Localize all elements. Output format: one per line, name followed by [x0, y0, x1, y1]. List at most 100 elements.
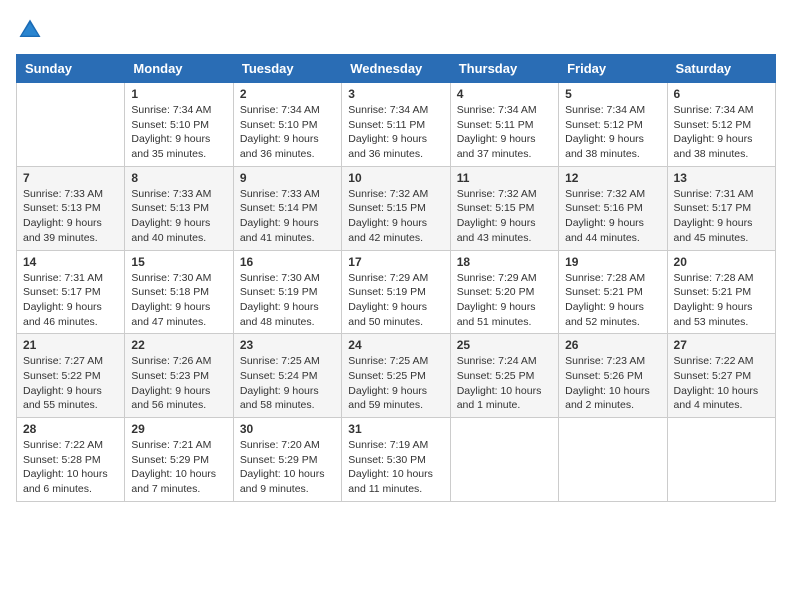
calendar-cell: 25 Sunrise: 7:24 AMSunset: 5:25 PMDayligh…: [450, 334, 558, 418]
calendar-cell: 5Sunrise: 7:34 AMSunset: 5:12 PMDaylight…: [559, 83, 667, 167]
calendar-cell: 12Sunrise: 7:32 AMSunset: 5:16 PMDayligh…: [559, 166, 667, 250]
week-row-3: 14 Sunrise: 7:31 AMSunset: 5:17 PMDayligh…: [17, 250, 776, 334]
day-number: 7: [23, 171, 118, 185]
day-number: 19: [565, 255, 660, 269]
calendar-cell: 30Sunrise: 7:20 AMSunset: 5:29 PMDayligh…: [233, 418, 341, 502]
calendar-cell: 11Sunrise: 7:32 AMSunset: 5:15 PMDayligh…: [450, 166, 558, 250]
day-number: 28: [23, 422, 118, 436]
day-info: Sunrise: 7:34 AMSunset: 5:10 PMDaylight:…: [240, 103, 335, 162]
day-info: Sunrise: 7:34 AMSunset: 5:12 PMDaylight:…: [674, 103, 769, 162]
day-info: Sunrise: 7:33 AMSunset: 5:13 PMDaylight:…: [131, 187, 226, 246]
day-info: Sunrise: 7:33 AMSunset: 5:13 PMDaylight:…: [23, 187, 118, 246]
calendar-cell: 21Sunrise: 7:27 AMSunset: 5:22 PMDayligh…: [17, 334, 125, 418]
calendar-cell: 24 Sunrise: 7:25 AMSunset: 5:25 PMDayligh…: [342, 334, 450, 418]
calendar-cell: 20 Sunrise: 7:28 AMSunset: 5:21 PMDayligh…: [667, 250, 775, 334]
day-info: Sunrise: 7:29 AMSunset: 5:20 PMDaylight:…: [457, 271, 552, 330]
calendar-cell: 9Sunrise: 7:33 AMSunset: 5:14 PMDaylight…: [233, 166, 341, 250]
day-header-wednesday: Wednesday: [342, 55, 450, 83]
day-header-saturday: Saturday: [667, 55, 775, 83]
day-number: 29: [131, 422, 226, 436]
day-info: Sunrise: 7:31 AMSunset: 5:17 PMDaylight:…: [674, 187, 769, 246]
day-number: 16: [240, 255, 335, 269]
day-info: Sunrise: 7:34 AMSunset: 5:10 PMDaylight:…: [131, 103, 226, 162]
week-row-1: 1 Sunrise: 7:34 AMSunset: 5:10 PMDaylight…: [17, 83, 776, 167]
day-number: 4: [457, 87, 552, 101]
day-number: 14: [23, 255, 118, 269]
day-number: 24: [348, 338, 443, 352]
logo-icon: [16, 16, 44, 44]
calendar-cell: 8 Sunrise: 7:33 AMSunset: 5:13 PMDaylight…: [125, 166, 233, 250]
day-info: Sunrise: 7:21 AMSunset: 5:29 PMDaylight:…: [131, 438, 226, 497]
calendar-cell: 2 Sunrise: 7:34 AMSunset: 5:10 PMDaylight…: [233, 83, 341, 167]
calendar-cell: 28 Sunrise: 7:22 AMSunset: 5:28 PMDayligh…: [17, 418, 125, 502]
day-header-friday: Friday: [559, 55, 667, 83]
calendar-cell: [667, 418, 775, 502]
calendar: SundayMondayTuesdayWednesdayThursdayFrid…: [16, 54, 776, 502]
calendar-cell: 26Sunrise: 7:23 AMSunset: 5:26 PMDayligh…: [559, 334, 667, 418]
day-number: 8: [131, 171, 226, 185]
day-number: 15: [131, 255, 226, 269]
calendar-cell: 31 Sunrise: 7:19 AMSunset: 5:30 PMDayligh…: [342, 418, 450, 502]
day-number: 31: [348, 422, 443, 436]
week-row-5: 28 Sunrise: 7:22 AMSunset: 5:28 PMDayligh…: [17, 418, 776, 502]
day-info: Sunrise: 7:28 AMSunset: 5:21 PMDaylight:…: [565, 271, 660, 330]
day-info: Sunrise: 7:25 AMSunset: 5:24 PMDaylight:…: [240, 354, 335, 413]
calendar-cell: 17 Sunrise: 7:29 AMSunset: 5:19 PMDayligh…: [342, 250, 450, 334]
day-info: Sunrise: 7:23 AMSunset: 5:26 PMDaylight:…: [565, 354, 660, 413]
calendar-cell: 23 Sunrise: 7:25 AMSunset: 5:24 PMDayligh…: [233, 334, 341, 418]
day-info: Sunrise: 7:31 AMSunset: 5:17 PMDaylight:…: [23, 271, 118, 330]
day-number: 17: [348, 255, 443, 269]
day-number: 6: [674, 87, 769, 101]
day-info: Sunrise: 7:27 AMSunset: 5:22 PMDaylight:…: [23, 354, 118, 413]
calendar-header-row: SundayMondayTuesdayWednesdayThursdayFrid…: [17, 55, 776, 83]
day-info: Sunrise: 7:29 AMSunset: 5:19 PMDaylight:…: [348, 271, 443, 330]
calendar-cell: 15 Sunrise: 7:30 AMSunset: 5:18 PMDayligh…: [125, 250, 233, 334]
day-number: 25: [457, 338, 552, 352]
day-info: Sunrise: 7:32 AMSunset: 5:15 PMDaylight:…: [348, 187, 443, 246]
day-number: 18: [457, 255, 552, 269]
day-number: 13: [674, 171, 769, 185]
day-number: 27: [674, 338, 769, 352]
day-number: 30: [240, 422, 335, 436]
calendar-cell: 7 Sunrise: 7:33 AMSunset: 5:13 PMDaylight…: [17, 166, 125, 250]
day-number: 2: [240, 87, 335, 101]
day-number: 23: [240, 338, 335, 352]
calendar-cell: [559, 418, 667, 502]
calendar-cell: 13 Sunrise: 7:31 AMSunset: 5:17 PMDayligh…: [667, 166, 775, 250]
day-number: 1: [131, 87, 226, 101]
day-info: Sunrise: 7:28 AMSunset: 5:21 PMDaylight:…: [674, 271, 769, 330]
day-number: 20: [674, 255, 769, 269]
calendar-cell: 16 Sunrise: 7:30 AMSunset: 5:19 PMDayligh…: [233, 250, 341, 334]
week-row-4: 21Sunrise: 7:27 AMSunset: 5:22 PMDayligh…: [17, 334, 776, 418]
day-number: 9: [240, 171, 335, 185]
calendar-cell: 29 Sunrise: 7:21 AMSunset: 5:29 PMDayligh…: [125, 418, 233, 502]
day-number: 3: [348, 87, 443, 101]
day-info: Sunrise: 7:32 AMSunset: 5:15 PMDaylight:…: [457, 187, 552, 246]
calendar-cell: 6 Sunrise: 7:34 AMSunset: 5:12 PMDaylight…: [667, 83, 775, 167]
week-row-2: 7 Sunrise: 7:33 AMSunset: 5:13 PMDaylight…: [17, 166, 776, 250]
calendar-cell: 27 Sunrise: 7:22 AMSunset: 5:27 PMDayligh…: [667, 334, 775, 418]
day-info: Sunrise: 7:25 AMSunset: 5:25 PMDaylight:…: [348, 354, 443, 413]
day-info: Sunrise: 7:34 AMSunset: 5:11 PMDaylight:…: [457, 103, 552, 162]
day-info: Sunrise: 7:19 AMSunset: 5:30 PMDaylight:…: [348, 438, 443, 497]
day-header-thursday: Thursday: [450, 55, 558, 83]
day-info: Sunrise: 7:22 AMSunset: 5:28 PMDaylight:…: [23, 438, 118, 497]
day-header-sunday: Sunday: [17, 55, 125, 83]
calendar-cell: 10 Sunrise: 7:32 AMSunset: 5:15 PMDayligh…: [342, 166, 450, 250]
day-info: Sunrise: 7:30 AMSunset: 5:19 PMDaylight:…: [240, 271, 335, 330]
calendar-cell: 1 Sunrise: 7:34 AMSunset: 5:10 PMDaylight…: [125, 83, 233, 167]
calendar-cell: 14 Sunrise: 7:31 AMSunset: 5:17 PMDayligh…: [17, 250, 125, 334]
day-number: 10: [348, 171, 443, 185]
calendar-cell: 3 Sunrise: 7:34 AMSunset: 5:11 PMDaylight…: [342, 83, 450, 167]
day-number: 22: [131, 338, 226, 352]
logo: [16, 16, 48, 44]
day-info: Sunrise: 7:32 AMSunset: 5:16 PMDaylight:…: [565, 187, 660, 246]
day-header-tuesday: Tuesday: [233, 55, 341, 83]
day-number: 5: [565, 87, 660, 101]
calendar-cell: [17, 83, 125, 167]
day-info: Sunrise: 7:30 AMSunset: 5:18 PMDaylight:…: [131, 271, 226, 330]
day-info: Sunrise: 7:24 AMSunset: 5:25 PMDaylight:…: [457, 354, 552, 413]
day-info: Sunrise: 7:22 AMSunset: 5:27 PMDaylight:…: [674, 354, 769, 413]
calendar-cell: [450, 418, 558, 502]
day-info: Sunrise: 7:34 AMSunset: 5:11 PMDaylight:…: [348, 103, 443, 162]
